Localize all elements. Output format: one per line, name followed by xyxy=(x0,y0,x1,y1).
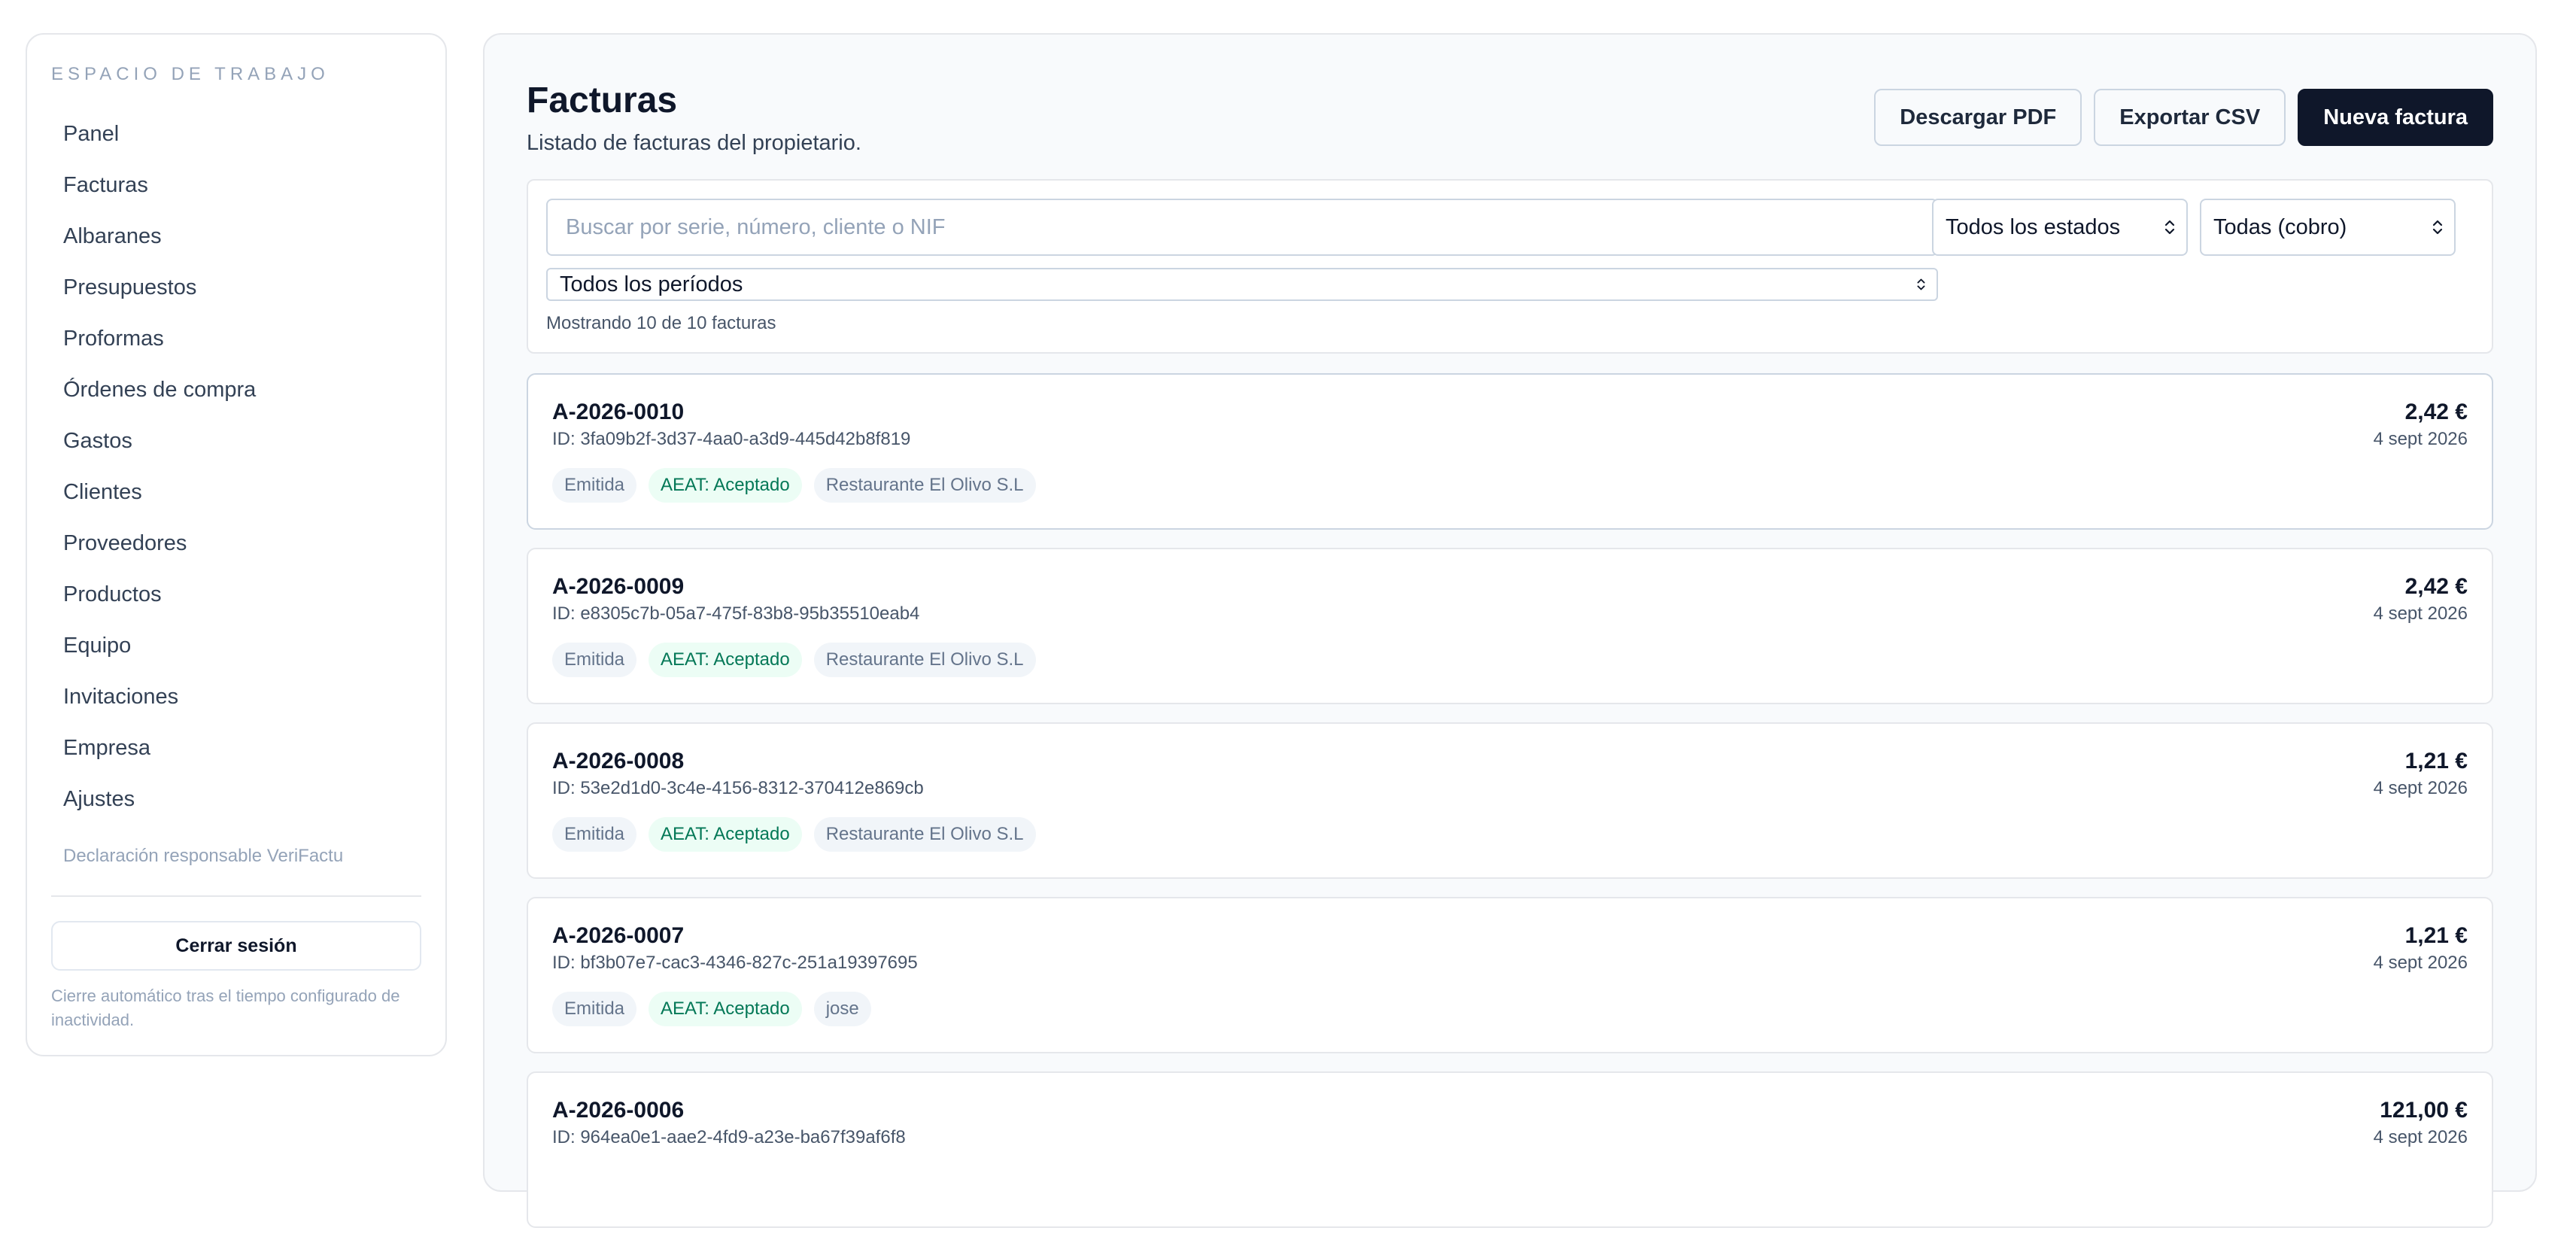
invoice-number: A-2026-0007 xyxy=(552,923,685,948)
invoice-card[interactable]: A-2026-0010 ID: 3fa09b2f-3d37-4aa0-a3d9-… xyxy=(527,373,2493,530)
sidebar: ESPACIO DE TRABAJO Panel Facturas Albara… xyxy=(26,33,447,1056)
invoice-list: A-2026-0010 ID: 3fa09b2f-3d37-4aa0-a3d9-… xyxy=(527,373,2493,1246)
status-select[interactable]: Todos los estados xyxy=(1932,199,2188,256)
header-actions: Descargar PDF Exportar CSV Nueva factura xyxy=(1874,89,2493,146)
sidebar-item-proformas[interactable]: Proformas xyxy=(51,313,421,364)
invoice-date: 4 sept 2026 xyxy=(2373,953,2468,973)
invoice-badges: Emitida AEAT: Aceptado Restaurante El Ol… xyxy=(552,817,1036,852)
status-badge: Emitida xyxy=(552,817,637,852)
invoice-id: ID: 3fa09b2f-3d37-4aa0-a3d9-445d42b8f819 xyxy=(552,429,911,449)
verifactu-declaration-link[interactable]: Declaración responsable VeriFactu xyxy=(51,843,421,870)
invoice-id: ID: e8305c7b-05a7-475f-83b8-95b35510eab4 xyxy=(552,603,920,624)
filters-panel: Todos los estados Todas (cobro) Todos lo… xyxy=(527,179,2493,354)
status-select-value: Todos los estados xyxy=(1946,215,2121,239)
page-subtitle: Listado de facturas del propietario. xyxy=(527,131,861,155)
sidebar-item-presupuestos[interactable]: Presupuestos xyxy=(51,262,421,313)
chevron-up-down-icon xyxy=(1917,278,1925,290)
sidebar-item-productos[interactable]: Productos xyxy=(51,569,421,620)
invoice-number: A-2026-0006 xyxy=(552,1098,685,1123)
period-select[interactable]: Todos los períodos xyxy=(546,268,1938,301)
sidebar-item-ordenes-de-compra[interactable]: Órdenes de compra xyxy=(51,364,421,415)
invoice-number: A-2026-0009 xyxy=(552,574,685,599)
new-invoice-button[interactable]: Nueva factura xyxy=(2298,89,2493,146)
status-badge: Emitida xyxy=(552,992,637,1026)
invoice-card[interactable]: A-2026-0009 ID: e8305c7b-05a7-475f-83b8-… xyxy=(527,548,2493,704)
sidebar-item-invitaciones[interactable]: Invitaciones xyxy=(51,671,421,722)
aeat-badge: AEAT: Aceptado xyxy=(649,992,802,1026)
invoice-amount: 121,00 € xyxy=(2380,1098,2468,1123)
main-panel: Facturas Listado de facturas del propiet… xyxy=(483,33,2537,1228)
page-title: Facturas xyxy=(527,81,678,120)
invoice-id: ID: 964ea0e1-aae2-4fd9-a23e-ba67f39af6f8 xyxy=(552,1127,906,1147)
payment-select-value: Todas (cobro) xyxy=(2213,215,2347,239)
results-count: Mostrando 10 de 10 facturas xyxy=(546,313,776,333)
sidebar-item-ajustes[interactable]: Ajustes xyxy=(51,773,421,825)
status-badge: Emitida xyxy=(552,468,637,503)
invoice-id: ID: 53e2d1d0-3c4e-4156-8312-370412e869cb xyxy=(552,778,924,798)
invoice-amount: 1,21 € xyxy=(2404,749,2468,773)
invoice-card[interactable]: A-2026-0007 ID: bf3b07e7-cac3-4346-827c-… xyxy=(527,897,2493,1053)
logout-note: Cierre automático tras el tiempo configu… xyxy=(51,986,400,1029)
export-csv-button[interactable]: Exportar CSV xyxy=(2094,89,2286,146)
chevron-up-down-icon xyxy=(2164,220,2175,235)
status-badge: Emitida xyxy=(552,643,637,677)
client-badge: Restaurante El Olivo S.L xyxy=(813,468,1036,503)
aeat-badge: AEAT: Aceptado xyxy=(649,817,802,852)
invoice-number: A-2026-0010 xyxy=(552,400,685,424)
chevron-up-down-icon xyxy=(2432,220,2443,235)
invoice-date: 4 sept 2026 xyxy=(2373,429,2468,449)
invoice-badges: Emitida AEAT: Aceptado Restaurante El Ol… xyxy=(552,643,1036,677)
sidebar-item-empresa[interactable]: Empresa xyxy=(51,722,421,773)
sidebar-divider xyxy=(51,895,421,897)
workspace-title: ESPACIO DE TRABAJO xyxy=(51,64,330,84)
invoice-amount: 2,42 € xyxy=(2404,574,2468,599)
client-badge: Restaurante El Olivo S.L xyxy=(813,643,1036,677)
aeat-badge: AEAT: Aceptado xyxy=(649,468,802,503)
invoice-badges: Emitida AEAT: Aceptado jose xyxy=(552,992,871,1026)
sidebar-item-albaranes[interactable]: Albaranes xyxy=(51,211,421,262)
sidebar-item-proveedores[interactable]: Proveedores xyxy=(51,518,421,569)
sidebar-item-facturas[interactable]: Facturas xyxy=(51,160,421,211)
invoice-card[interactable]: A-2026-0006 ID: 964ea0e1-aae2-4fd9-a23e-… xyxy=(527,1071,2493,1228)
invoice-id: ID: bf3b07e7-cac3-4346-827c-251a19397695 xyxy=(552,953,918,973)
invoice-date: 4 sept 2026 xyxy=(2373,778,2468,798)
sidebar-nav: Panel Facturas Albaranes Presupuestos Pr… xyxy=(51,108,421,825)
invoice-amount: 1,21 € xyxy=(2404,923,2468,948)
sidebar-item-clientes[interactable]: Clientes xyxy=(51,466,421,518)
search-input[interactable] xyxy=(546,199,1938,256)
payment-select[interactable]: Todas (cobro) xyxy=(2200,199,2456,256)
invoice-card[interactable]: A-2026-0008 ID: 53e2d1d0-3c4e-4156-8312-… xyxy=(527,722,2493,879)
period-select-value: Todos los períodos xyxy=(560,272,743,296)
invoice-number: A-2026-0008 xyxy=(552,749,685,773)
invoice-badges: Emitida AEAT: Aceptado Restaurante El Ol… xyxy=(552,468,1036,503)
sidebar-item-gastos[interactable]: Gastos xyxy=(51,415,421,466)
download-pdf-button[interactable]: Descargar PDF xyxy=(1874,89,2082,146)
aeat-badge: AEAT: Aceptado xyxy=(649,643,802,677)
sidebar-item-panel[interactable]: Panel xyxy=(51,108,421,160)
invoice-date: 4 sept 2026 xyxy=(2373,603,2468,624)
invoice-amount: 2,42 € xyxy=(2404,400,2468,424)
client-badge: jose xyxy=(813,992,871,1026)
logout-button[interactable]: Cerrar sesión xyxy=(51,921,421,971)
invoice-date: 4 sept 2026 xyxy=(2373,1127,2468,1147)
client-badge: Restaurante El Olivo S.L xyxy=(813,817,1036,852)
sidebar-item-equipo[interactable]: Equipo xyxy=(51,620,421,671)
